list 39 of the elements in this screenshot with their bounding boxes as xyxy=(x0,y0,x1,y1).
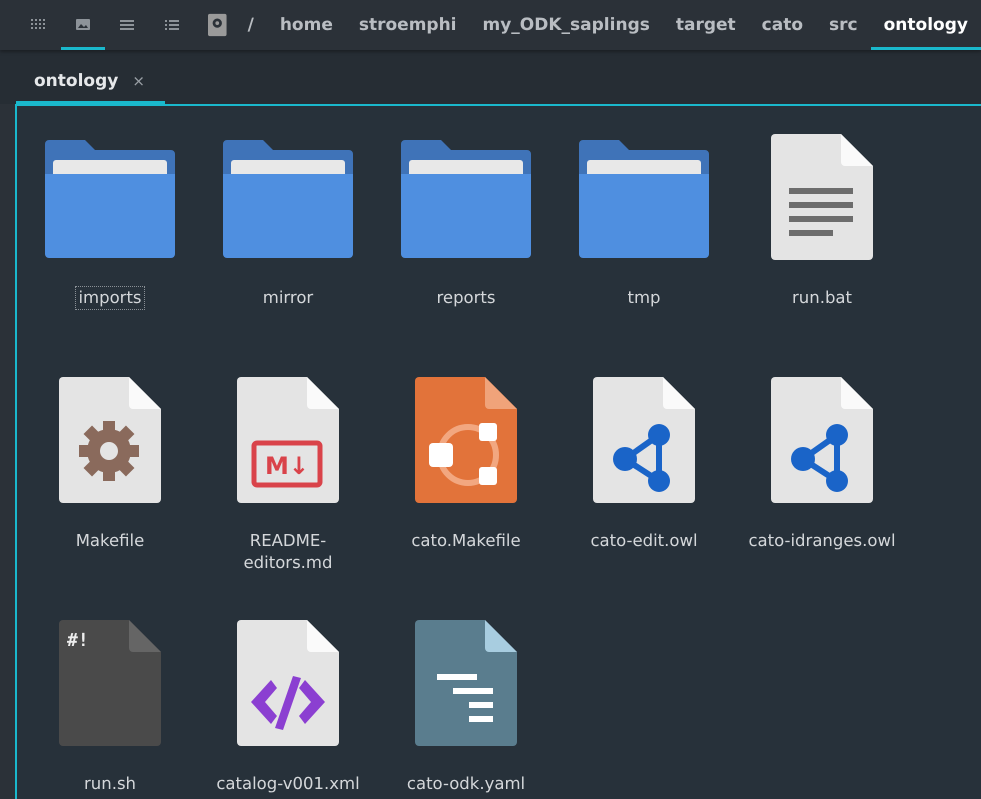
path-button[interactable]: / xyxy=(234,0,267,50)
file-name[interactable]: imports xyxy=(75,286,145,310)
lines-icon xyxy=(119,17,136,33)
folder-icon xyxy=(45,140,175,258)
list-icon xyxy=(164,17,180,33)
file-name[interactable]: tmp xyxy=(566,286,722,310)
markdown-file-icon: M↓ xyxy=(235,375,341,505)
file-name[interactable]: catalog-v001.xml xyxy=(210,772,366,796)
path-button[interactable]: stroemphi xyxy=(346,0,470,50)
file-name[interactable]: reports xyxy=(388,286,544,310)
text-file-icon xyxy=(769,132,875,262)
code-file-icon xyxy=(235,618,341,748)
file-name[interactable]: mirror xyxy=(210,286,366,310)
path-button[interactable]: home xyxy=(266,0,346,50)
path-button[interactable]: cato xyxy=(748,0,816,50)
file-name[interactable]: run.bat xyxy=(744,286,900,310)
file-name[interactable]: README-editors.md xyxy=(210,529,366,575)
file-name[interactable]: cato-edit.owl xyxy=(566,529,722,553)
folder-icon xyxy=(401,140,531,258)
image-icon xyxy=(74,17,91,33)
file-name[interactable]: cato-odk.yaml xyxy=(388,772,544,796)
file-name[interactable]: cato-idranges.owl xyxy=(744,529,900,553)
path-button[interactable]: src xyxy=(816,0,871,50)
file-name[interactable]: cato.Makefile xyxy=(388,529,544,553)
script-file-icon: #! xyxy=(57,618,163,748)
drive-icon[interactable] xyxy=(208,13,227,37)
file-name[interactable]: run.sh xyxy=(32,772,188,796)
file-name[interactable]: Makefile xyxy=(32,529,188,553)
folder-icon xyxy=(579,140,709,258)
share-file-icon xyxy=(769,375,875,505)
close-button[interactable]: × xyxy=(132,72,145,90)
document-file-icon xyxy=(413,618,519,748)
tab-label: ontology xyxy=(34,70,118,90)
share-file-icon xyxy=(591,375,697,505)
folder-icon xyxy=(223,140,353,258)
diagram-file-icon xyxy=(413,375,519,505)
gear-file-icon xyxy=(57,375,163,505)
path-button[interactable]: my_ODK_saplings xyxy=(470,0,663,50)
path-button[interactable]: target xyxy=(662,0,749,50)
